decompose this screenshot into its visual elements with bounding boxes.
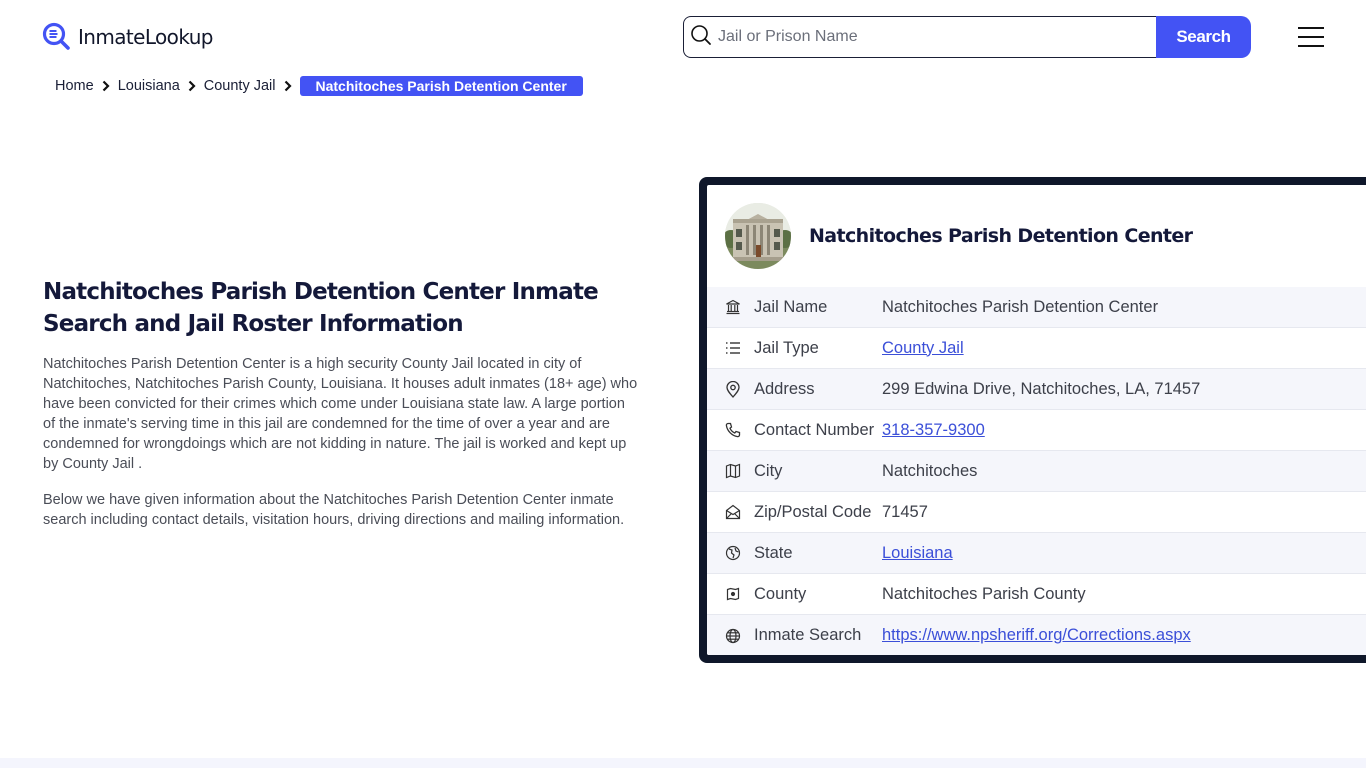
- search-field-wrapper: [683, 16, 1156, 58]
- menu-line: [1298, 45, 1324, 47]
- chevron-right-icon: [94, 80, 118, 92]
- breadcrumb-county-jail[interactable]: County Jail: [204, 78, 276, 94]
- detail-label: City: [754, 461, 783, 480]
- search-icon: [690, 24, 712, 51]
- logo-text: InmateLookup: [78, 25, 213, 49]
- detail-row-address: Address 299 Edwina Drive, Natchitoches, …: [707, 369, 1366, 410]
- search-input[interactable]: [718, 28, 1138, 46]
- intro-paragraph: Below we have given information about th…: [43, 492, 625, 528]
- map-pin-icon: [724, 380, 742, 398]
- breadcrumb-louisiana[interactable]: Louisiana: [118, 78, 180, 94]
- detail-value: Natchitoches Parish Detention Center: [882, 297, 1159, 316]
- detail-row-contact-number: Contact Number 318-357-9300: [707, 410, 1366, 451]
- detail-label: Address: [754, 379, 815, 398]
- facility-details-table: Jail Name Natchitoches Parish Detention …: [707, 287, 1366, 655]
- inmate-search-link[interactable]: https://www.npsheriff.org/Corrections.as…: [882, 626, 1191, 645]
- detail-value: Natchitoches: [882, 461, 978, 480]
- detail-label: State: [754, 543, 793, 562]
- page-title: Natchitoches Parish Detention Center Inm…: [43, 279, 599, 337]
- chevron-right-icon: [180, 80, 204, 92]
- facility-info-card-body: Natchitoches Parish Detention Center Jai…: [707, 185, 1366, 655]
- logo[interactable]: InmateLookup: [42, 22, 213, 52]
- map-icon: [724, 462, 742, 480]
- detail-row-inmate-search: Inmate Search https://www.npsheriff.org/…: [707, 615, 1366, 655]
- detail-value: 299 Edwina Drive, Natchitoches, LA, 7145…: [882, 379, 1201, 398]
- breadcrumb-home[interactable]: Home: [55, 78, 94, 94]
- breadcrumb-current: Natchitoches Parish Detention Center: [299, 76, 583, 96]
- phone-icon: [724, 421, 742, 439]
- card-title: Natchitoches Parish Detention Center: [809, 225, 1193, 247]
- jail-type-link[interactable]: County Jail: [882, 339, 964, 358]
- detail-label: County: [754, 584, 807, 603]
- footer-band: [0, 758, 1366, 768]
- detail-row-jail-name: Jail Name Natchitoches Parish Detention …: [707, 287, 1366, 328]
- detail-row-county: County Natchitoches Parish County: [707, 574, 1366, 615]
- phone-link[interactable]: 318-357-9300: [882, 421, 985, 440]
- list-icon: [724, 339, 742, 357]
- detail-row-jail-type: Jail Type County Jail: [707, 328, 1366, 369]
- detail-row-city: City Natchitoches: [707, 451, 1366, 492]
- detail-label: Jail Type: [754, 338, 819, 357]
- detail-value: Natchitoches Parish County: [882, 584, 1086, 603]
- detail-value: 71457: [882, 502, 928, 521]
- detail-row-state: State Louisiana: [707, 533, 1366, 574]
- intro-section: Natchitoches Parish Detention Center Inm…: [43, 276, 638, 530]
- breadcrumb: Home Louisiana County Jail Natchitoches …: [55, 76, 583, 96]
- detail-label: Jail Name: [754, 297, 828, 316]
- search-button[interactable]: Search: [1156, 16, 1251, 58]
- county-map-icon: [724, 585, 742, 603]
- search-bar: Search: [683, 16, 1251, 58]
- magnifier-logo-icon: [42, 22, 72, 52]
- intro-paragraph: Natchitoches Parish Detention Center is …: [43, 356, 638, 472]
- detail-label: Inmate Search: [754, 626, 862, 644]
- facility-photo: [725, 203, 791, 269]
- bank-building-icon: [724, 298, 742, 316]
- globe-icon: [724, 627, 742, 645]
- detail-label: Contact Number: [754, 420, 875, 439]
- state-link[interactable]: Louisiana: [882, 544, 953, 563]
- detail-row-zip-code: Zip/Postal Code 71457: [707, 492, 1366, 533]
- chevron-right-icon: [276, 80, 300, 92]
- mail-open-icon: [724, 503, 742, 521]
- hamburger-menu-icon[interactable]: [1298, 27, 1324, 47]
- detail-label: Zip/Postal Code: [754, 502, 872, 521]
- globe-region-icon: [724, 544, 742, 562]
- facility-info-card: Natchitoches Parish Detention Center Jai…: [699, 177, 1366, 663]
- card-header: Natchitoches Parish Detention Center: [707, 185, 1366, 287]
- menu-line: [1298, 36, 1324, 38]
- menu-line: [1298, 27, 1324, 29]
